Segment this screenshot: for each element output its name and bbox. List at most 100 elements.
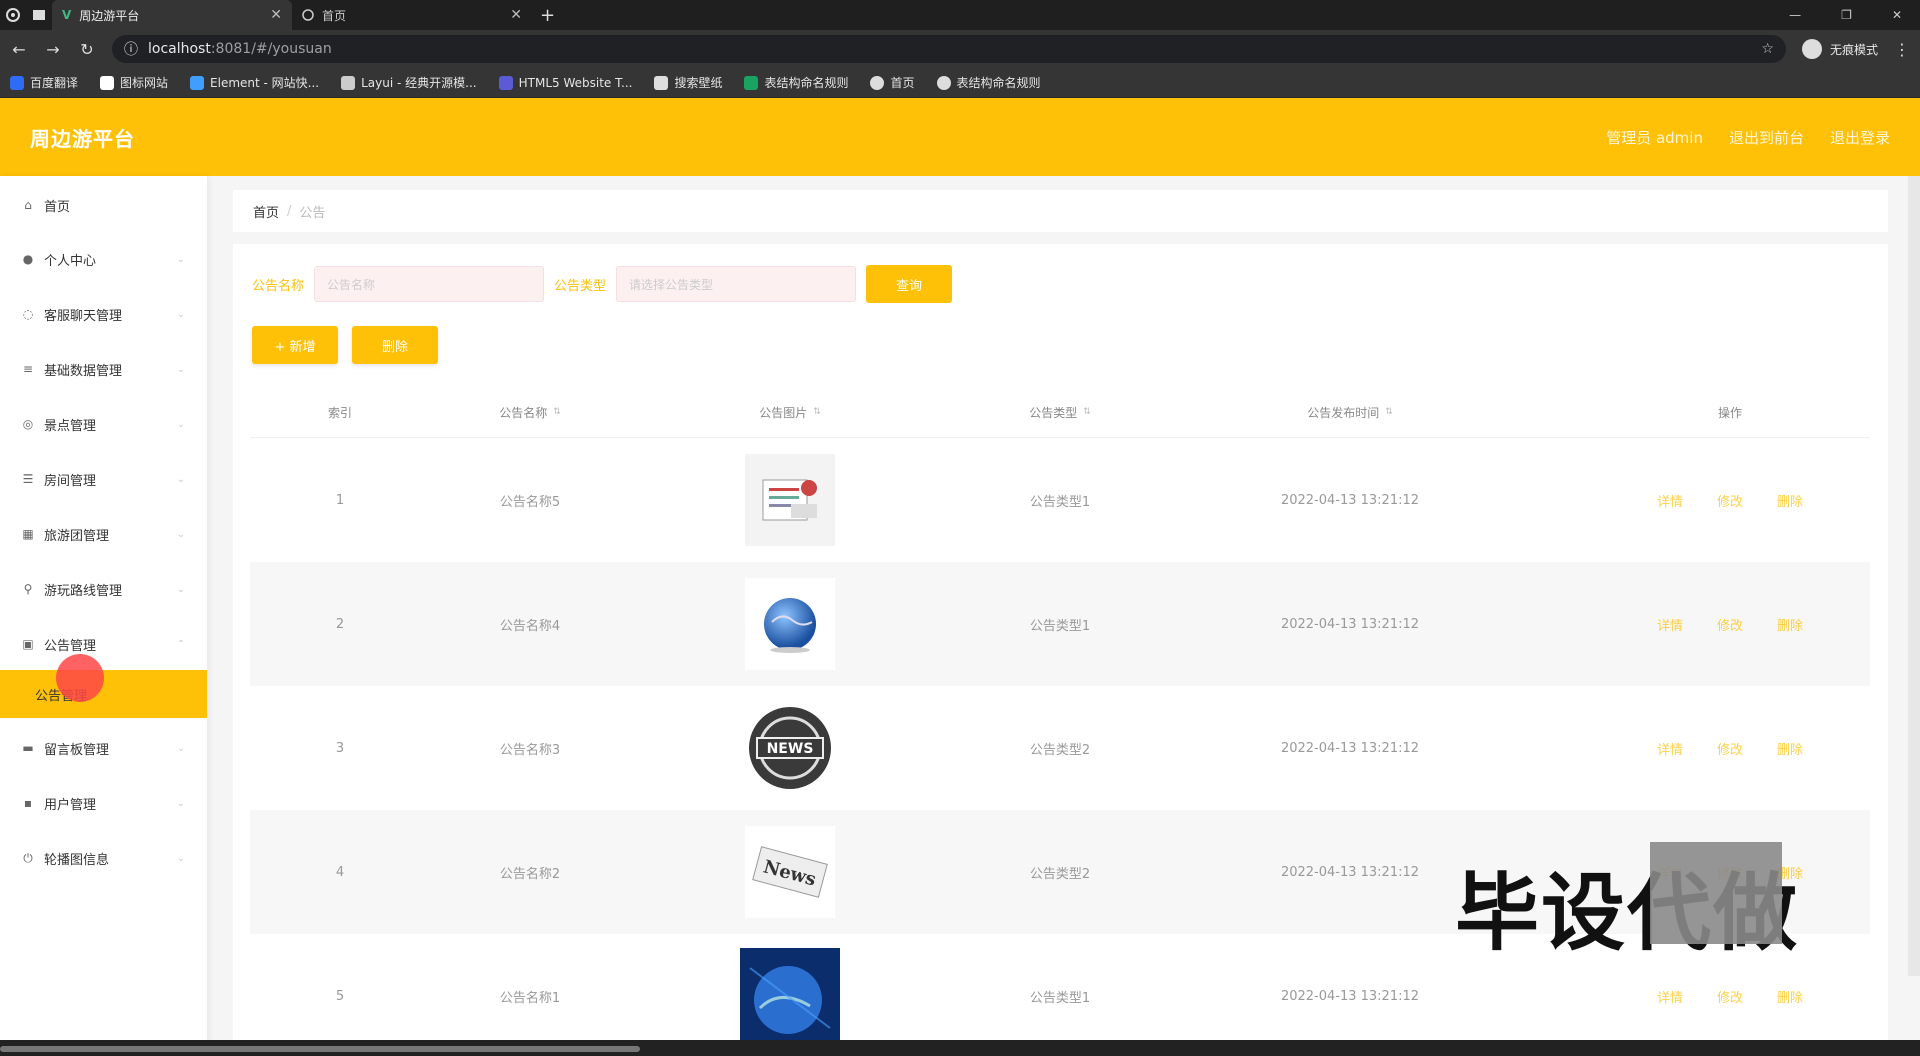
detail-button[interactable]: 详情 (1657, 491, 1683, 510)
sidebar-item-tour-group[interactable]: ▦ 旅游团管理 ⌄ (0, 507, 207, 561)
blur-overlay (1650, 842, 1782, 944)
add-button[interactable]: + 新增 (252, 326, 338, 364)
compass-icon: ◎ (22, 417, 34, 431)
delete-button[interactable]: 删除 (352, 326, 438, 364)
search-form: 公告名称 公告名称 公告类型 请选择公告类型 查询 (252, 264, 953, 304)
svg-text:NEWS: NEWS (767, 741, 814, 757)
chat-icon: ◌ (22, 307, 34, 321)
info-icon[interactable]: ⓘ (124, 39, 138, 59)
cell-type: 公告类型2 (1029, 742, 1091, 758)
back-to-frontend-link[interactable]: 退出到前台 (1729, 127, 1804, 148)
sidebar-item-label: 用户管理 (44, 797, 97, 813)
sidebar-item-users[interactable]: ▪ 用户管理 ⌄ (0, 776, 207, 830)
sort-icon[interactable]: ⇅ (1083, 407, 1091, 417)
detail-button[interactable]: 详情 (1657, 739, 1683, 758)
bookmark-item[interactable]: 百度翻译 (10, 74, 78, 91)
chevron-down-icon: ⌄ (176, 742, 185, 754)
sidebar-item-carousel[interactable]: ⏻ 轮播图信息 ⌄ (0, 831, 207, 885)
close-icon[interactable]: ✕ (510, 7, 522, 23)
action-buttons: + 新增 删除 (252, 326, 438, 364)
sidebar-item-notice[interactable]: ▣ 公告管理 ⌃ (0, 617, 207, 671)
bookmark-item[interactable]: 表结构命名规则 (936, 74, 1041, 91)
cell-ops: 详情 修改 删除 (1600, 686, 1860, 810)
notice-type-select[interactable]: 请选择公告类型 (616, 266, 857, 302)
horizontal-scrollbar[interactable] (0, 1046, 640, 1052)
chevron-down-icon: ⌄ (176, 583, 185, 595)
cell-time: 2022-04-13 13:21:12 (1280, 740, 1420, 756)
filter-icon: ☰ (22, 472, 34, 486)
detail-button[interactable]: 详情 (1657, 987, 1683, 1006)
cell-image: NEWS (710, 686, 870, 810)
row-delete-button[interactable]: 删除 (1777, 615, 1803, 634)
sort-icon[interactable]: ⇅ (1385, 407, 1393, 417)
query-button[interactable]: 查询 (866, 265, 953, 303)
cell-type: 公告类型1 (1029, 990, 1091, 1006)
bookmark-item[interactable]: 图标网站 (100, 74, 168, 91)
forward-icon[interactable]: → (44, 40, 62, 59)
edit-button[interactable]: 修改 (1717, 491, 1743, 510)
edit-button[interactable]: 修改 (1717, 739, 1743, 758)
grid-icon: ▦ (22, 527, 34, 541)
bookmark-item[interactable]: 首页 (870, 74, 915, 91)
browser-tab-active[interactable]: V 周边游平台 ✕ (52, 0, 292, 30)
sidebar-item-rooms[interactable]: ☰ 房间管理 ⌄ (0, 452, 207, 506)
sidebar-item-chat[interactable]: ◌ 客服聊天管理 ⌄ (0, 287, 207, 341)
wallpaper-icon (654, 75, 669, 90)
header-type[interactable]: 公告类型 ⇅ (980, 386, 1140, 438)
vertical-scrollbar[interactable] (1908, 176, 1920, 976)
notice-table: 索引 公告名称 ⇅ 公告图片 ⇅ 公告类型 ⇅ 公告发布时间 ⇅ 操作 1 公告名称5 … (250, 386, 1870, 1044)
detail-button[interactable]: 详情 (1657, 615, 1683, 634)
sidebar-item-basic-data[interactable]: ≡ 基础数据管理 ⌄ (0, 342, 207, 396)
tab-title: 周边游平台 (79, 8, 140, 23)
bookmark-label: 表结构命名规则 (956, 76, 1041, 90)
header-name[interactable]: 公告名称 ⇅ (450, 386, 610, 438)
logout-link[interactable]: 退出登录 (1830, 127, 1890, 148)
reload-icon[interactable]: ↻ (78, 40, 96, 59)
close-window-icon[interactable]: ✕ (1892, 8, 1902, 22)
more-menu-icon[interactable]: ⋮ (1894, 40, 1910, 59)
minimize-icon[interactable]: — (1789, 8, 1801, 22)
breadcrumb-home[interactable]: 首页 (253, 202, 279, 221)
header-image[interactable]: 公告图片 ⇅ (710, 386, 870, 438)
bookmark-item[interactable]: Layui - 经典开源模... (341, 74, 477, 91)
row-delete-button[interactable]: 删除 (1777, 987, 1803, 1006)
bookmark-item[interactable]: Element - 网站快... (190, 74, 319, 91)
restore-icon[interactable]: ❐ (1841, 8, 1852, 22)
sidebar-item-home[interactable]: ⌂ 首页 (0, 178, 207, 232)
bookmark-label: 首页 (890, 76, 915, 90)
row-delete-button[interactable]: 删除 (1777, 491, 1803, 510)
sidebar-item-routes[interactable]: ⚲ 游玩路线管理 ⌄ (0, 562, 207, 616)
bookmark-star-icon[interactable]: ☆ (1761, 41, 1774, 57)
notice-name-input[interactable]: 公告名称 (314, 266, 545, 302)
sidebar-item-profile[interactable]: ● 个人中心 ⌄ (0, 232, 207, 286)
sidebar-item-message-board[interactable]: ▬ 留言板管理 ⌄ (0, 721, 207, 775)
header-index: 索引 (300, 386, 380, 438)
power-icon: ⏻ (23, 850, 33, 865)
browser-menu-icon[interactable] (0, 0, 26, 30)
sort-icon[interactable]: ⇅ (813, 407, 821, 417)
url-input[interactable]: ⓘ localhost:8081/#/yousuan ☆ (112, 35, 1786, 63)
tab-list-icon[interactable] (26, 0, 52, 30)
edit-button[interactable]: 修改 (1717, 615, 1743, 634)
incognito-indicator[interactable]: 无痕模式 (1801, 39, 1878, 59)
cell-name: 公告名称3 (499, 742, 561, 758)
close-icon[interactable]: ✕ (270, 7, 282, 23)
html5-icon (498, 75, 513, 90)
bookmark-item[interactable]: HTML5 Website T... (498, 75, 633, 90)
header-time[interactable]: 公告发布时间 ⇅ (1250, 386, 1450, 438)
bookmark-label: Element - 网站快... (210, 76, 320, 90)
sidebar-item-scenic[interactable]: ◎ 景点管理 ⌄ (0, 397, 207, 451)
back-icon[interactable]: ← (10, 40, 28, 59)
row-delete-button[interactable]: 删除 (1777, 739, 1803, 758)
browser-tab[interactable]: 首页 ✕ (292, 0, 532, 30)
bookmark-item[interactable]: 表结构命名规则 (744, 74, 848, 91)
edit-button[interactable]: 修改 (1717, 987, 1743, 1006)
chevron-down-icon: ⌄ (176, 363, 185, 375)
flag-icon (100, 75, 115, 90)
new-tab-button[interactable]: + (540, 5, 555, 26)
table-row: 1 公告名称5 公告类型1 2022-04-13 13:21:12 详情 修改 … (250, 438, 1870, 562)
bookmark-item[interactable]: 搜索壁纸 (654, 74, 722, 91)
cell-index: 1 (335, 492, 345, 508)
bookmark-label: HTML5 Website T... (518, 75, 633, 90)
sort-icon[interactable]: ⇅ (553, 407, 561, 417)
